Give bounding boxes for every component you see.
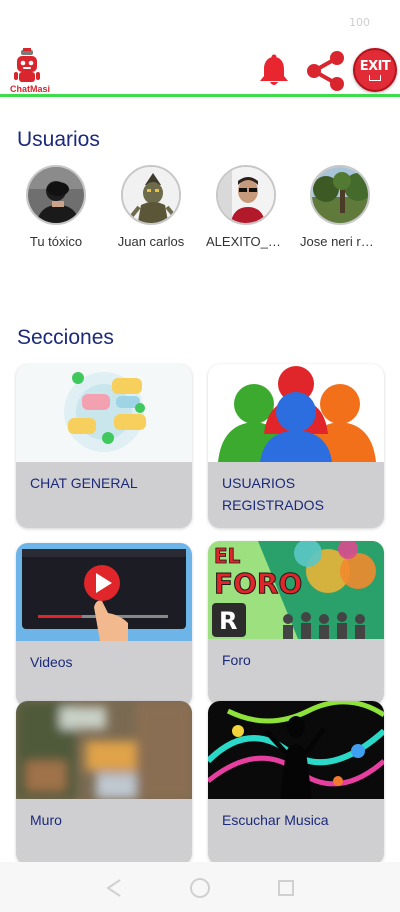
user-name: Juan carlos (117, 234, 185, 249)
wall-card[interactable]: Muro (16, 701, 192, 865)
recents-button[interactable] (276, 878, 296, 903)
forum-image-text-line1: EL (214, 544, 241, 568)
card-label: Escuchar Musica (222, 812, 329, 828)
card-label: CHAT GENERAL (30, 475, 138, 491)
system-nav-bar (0, 862, 400, 912)
user-name: Jose neri rk… (300, 234, 380, 249)
robot-logo-icon (14, 48, 40, 82)
notification-bell-icon (260, 54, 288, 85)
back-icon (106, 879, 121, 897)
app-bar: ChatMasi EXIT (0, 44, 400, 96)
chat-bubbles-image (16, 364, 192, 462)
back-button[interactable] (104, 878, 124, 903)
user-avatar (310, 165, 370, 225)
card-label: Videos (30, 654, 73, 670)
forum-card[interactable]: R EL FORO Foro (208, 541, 384, 705)
users-group-image (208, 364, 384, 462)
forum-image: R EL FORO (208, 541, 384, 639)
notification-bell-button[interactable] (256, 54, 292, 88)
users-section-title: Usuarios (17, 128, 100, 151)
app-bar-divider (0, 94, 400, 97)
chat-general-card[interactable]: CHAT GENERAL (16, 364, 192, 528)
videos-card[interactable]: Videos (16, 543, 192, 707)
svg-text:R: R (219, 607, 237, 635)
logo-text: ChatMasi (9, 84, 50, 94)
user-item[interactable]: Tu tóxico (16, 165, 96, 249)
app-logo[interactable]: ChatMasi (6, 48, 50, 94)
card-label-line1: USUARIOS (222, 475, 296, 491)
status-bar: 100 (0, 0, 400, 44)
user-item[interactable]: Juan carlos (111, 165, 191, 249)
card-label-line2: REGISTRADOS (222, 497, 324, 513)
user-avatar (216, 165, 276, 225)
share-button[interactable] (302, 48, 348, 94)
recents-icon (278, 880, 294, 896)
user-avatar (121, 165, 181, 225)
user-item[interactable]: ALEXITO_T… (206, 165, 286, 249)
home-icon (190, 878, 210, 898)
home-button[interactable] (189, 877, 211, 904)
card-label: Muro (30, 812, 62, 828)
exit-icon (369, 75, 381, 81)
forum-image-text-line2: FORO (214, 567, 302, 600)
video-player-image (16, 543, 192, 641)
battery-level: 100 (349, 16, 370, 29)
user-avatar (26, 165, 86, 225)
listen-music-card[interactable]: Escuchar Musica (208, 701, 384, 865)
sections-title: Secciones (17, 326, 114, 349)
exit-button[interactable]: EXIT (353, 48, 397, 92)
exit-label: EXIT (359, 59, 391, 74)
user-name: Tu tóxico (29, 234, 83, 249)
user-name: ALEXITO_T… (206, 234, 286, 249)
user-item[interactable]: Jose neri rk… (300, 165, 380, 249)
share-icon (307, 51, 344, 91)
registered-users-card[interactable]: USUARIOS REGISTRADOS (208, 364, 384, 528)
card-label: Foro (222, 652, 251, 668)
music-image (208, 701, 384, 799)
wall-image (16, 701, 192, 799)
